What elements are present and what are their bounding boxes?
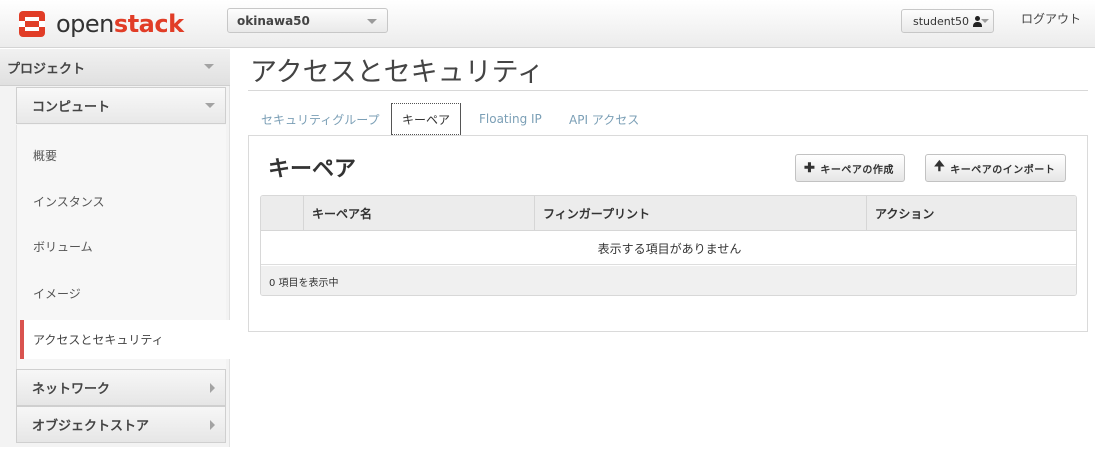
create-keypair-button[interactable]: ✚ キーペアの作成 xyxy=(795,154,905,182)
sidebar-panel-compute[interactable]: コンピュート xyxy=(16,87,226,124)
sidebar-dashboard-project[interactable]: プロジェクト xyxy=(0,49,230,86)
chevron-down-icon xyxy=(204,64,214,69)
tab-keypairs[interactable]: キーペア xyxy=(391,103,462,135)
sidebar-item-label: アクセスとセキュリティ xyxy=(33,333,164,347)
tab-floating-ip[interactable]: Floating IP xyxy=(479,103,542,135)
sidebar-panel-label: コンピュート xyxy=(32,100,111,115)
create-keypair-label: キーペアの作成 xyxy=(820,164,894,176)
plus-icon: ✚ xyxy=(804,160,816,175)
openstack-logo-icon xyxy=(19,11,45,37)
user-name: student50 xyxy=(913,14,970,28)
tab-api-access[interactable]: API アクセス xyxy=(569,103,639,135)
arrow-up-icon: 🠉 xyxy=(934,158,946,173)
chevron-down-icon xyxy=(367,19,377,24)
keypairs-table: キーペア名 フィンガープリント アクション 表示する項目がありません 0 項目を… xyxy=(260,195,1077,296)
import-keypair-label: キーペアのインポート xyxy=(950,164,1056,176)
sidebar-item-instances[interactable]: インスタンス xyxy=(33,193,105,210)
sidebar-group-object-store[interactable]: オブジェクトストア xyxy=(16,406,226,443)
sidebar-dashboard-label: プロジェクト xyxy=(7,61,86,77)
column-fingerprint[interactable]: フィンガープリント xyxy=(534,196,866,231)
user-menu[interactable]: student50 xyxy=(901,9,994,33)
openstack-logo[interactable]: openstack xyxy=(16,8,184,40)
sidebar: プロジェクト コンピュート 概要 インスタンス ボリューム イメージ アクセスと… xyxy=(0,49,230,447)
table-footer-count: 0 項目を表示中 xyxy=(261,266,1076,295)
sidebar-group-network[interactable]: ネットワーク xyxy=(16,369,226,406)
logo-text: openstack xyxy=(56,10,184,38)
panel-title: キーペア xyxy=(268,157,357,182)
project-switcher[interactable]: okinawa50 xyxy=(227,8,388,33)
logout-link[interactable]: ログアウト xyxy=(1021,10,1081,27)
column-actions: アクション xyxy=(866,196,1076,231)
select-all-column[interactable] xyxy=(261,196,303,231)
tab-bar: セキュリティグループ キーペア Floating IP API アクセス xyxy=(248,103,1088,135)
tab-security-groups[interactable]: セキュリティグループ xyxy=(261,103,380,135)
divider xyxy=(248,90,1088,91)
sidebar-group-label: オブジェクトストア xyxy=(32,419,150,434)
import-keypair-button[interactable]: 🠉 キーペアのインポート xyxy=(925,154,1067,182)
sidebar-item-volumes[interactable]: ボリューム xyxy=(33,238,93,255)
top-bar: openstack okinawa50 student50 ログアウト xyxy=(0,0,1095,48)
chevron-right-icon xyxy=(210,383,215,393)
sidebar-group-label: ネットワーク xyxy=(32,382,111,397)
column-keypair-name[interactable]: キーペア名 xyxy=(303,196,534,231)
sidebar-item-overview[interactable]: 概要 xyxy=(33,147,57,164)
chevron-right-icon xyxy=(210,420,215,430)
page-title: アクセスとセキュリティ xyxy=(250,57,545,88)
table-header: キーペア名 フィンガープリント アクション xyxy=(261,196,1076,231)
sidebar-item-access-security[interactable]: アクセスとセキュリティ xyxy=(20,320,230,359)
empty-table-message: 表示する項目がありません xyxy=(261,232,1076,265)
project-name: okinawa50 xyxy=(237,13,310,28)
sidebar-item-images[interactable]: イメージ xyxy=(33,285,81,302)
chevron-down-icon xyxy=(981,19,989,23)
chevron-down-icon xyxy=(205,103,215,108)
